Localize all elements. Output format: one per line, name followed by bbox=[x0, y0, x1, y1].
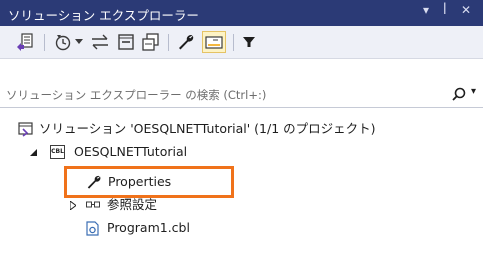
close-button[interactable]: ✕ bbox=[461, 3, 471, 17]
search-button[interactable] bbox=[452, 87, 466, 104]
solution-label: ソリューション 'OESQLNETTutorial' (1/1 のプロジェクト) bbox=[39, 121, 376, 136]
wrench-icon bbox=[179, 35, 194, 50]
pin-button[interactable]: ꟾ bbox=[443, 3, 447, 17]
solution-icon bbox=[18, 122, 33, 137]
search-options-dropdown[interactable]: ▾ bbox=[471, 86, 476, 97]
references-icon bbox=[86, 201, 100, 208]
filter-button[interactable] bbox=[239, 32, 259, 52]
search-input[interactable] bbox=[4, 85, 448, 105]
chevron-down-icon bbox=[75, 39, 83, 44]
switch-views-button[interactable] bbox=[14, 32, 36, 52]
sync-arrows-icon bbox=[92, 34, 108, 50]
window-titlebar: ソリューション エクスプローラー ▾ ꟾ ✕ bbox=[0, 0, 483, 26]
collapse-all-button[interactable] bbox=[115, 32, 137, 52]
references-label: 参照設定 bbox=[107, 197, 158, 212]
expanded-arrow-icon[interactable] bbox=[30, 149, 38, 157]
cobol-file-icon bbox=[86, 221, 99, 236]
collapse-all-icon bbox=[118, 34, 134, 50]
toolbar-separator bbox=[233, 34, 234, 51]
cobol-project-icon: CBL bbox=[50, 145, 65, 159]
show-all-files-button[interactable] bbox=[140, 32, 162, 52]
sync-active-document-button[interactable] bbox=[89, 32, 111, 52]
search-bar: ▾ bbox=[0, 83, 483, 108]
clock-icon bbox=[55, 35, 71, 51]
project-label: OESQLNETTutorial bbox=[74, 144, 188, 159]
switch-views-icon bbox=[17, 33, 33, 51]
toolbar bbox=[0, 26, 483, 59]
filter-icon bbox=[243, 37, 255, 47]
collapsed-arrow-icon[interactable] bbox=[70, 201, 76, 210]
window-title: ソリューション エクスプローラー bbox=[8, 8, 199, 23]
search-icon bbox=[452, 87, 466, 101]
pending-changes-dropdown[interactable] bbox=[74, 32, 84, 52]
properties-button[interactable] bbox=[175, 32, 197, 52]
toolbar-separator bbox=[168, 34, 169, 51]
toolbar-separator bbox=[44, 34, 45, 51]
preview-icon bbox=[205, 36, 223, 49]
show-all-files-icon bbox=[142, 33, 159, 51]
pending-changes-filter-button[interactable] bbox=[52, 32, 74, 52]
window-menu-button[interactable]: ▾ bbox=[423, 3, 429, 17]
program1-label: Program1.cbl bbox=[107, 220, 190, 235]
preview-selected-items-button[interactable] bbox=[202, 31, 226, 53]
